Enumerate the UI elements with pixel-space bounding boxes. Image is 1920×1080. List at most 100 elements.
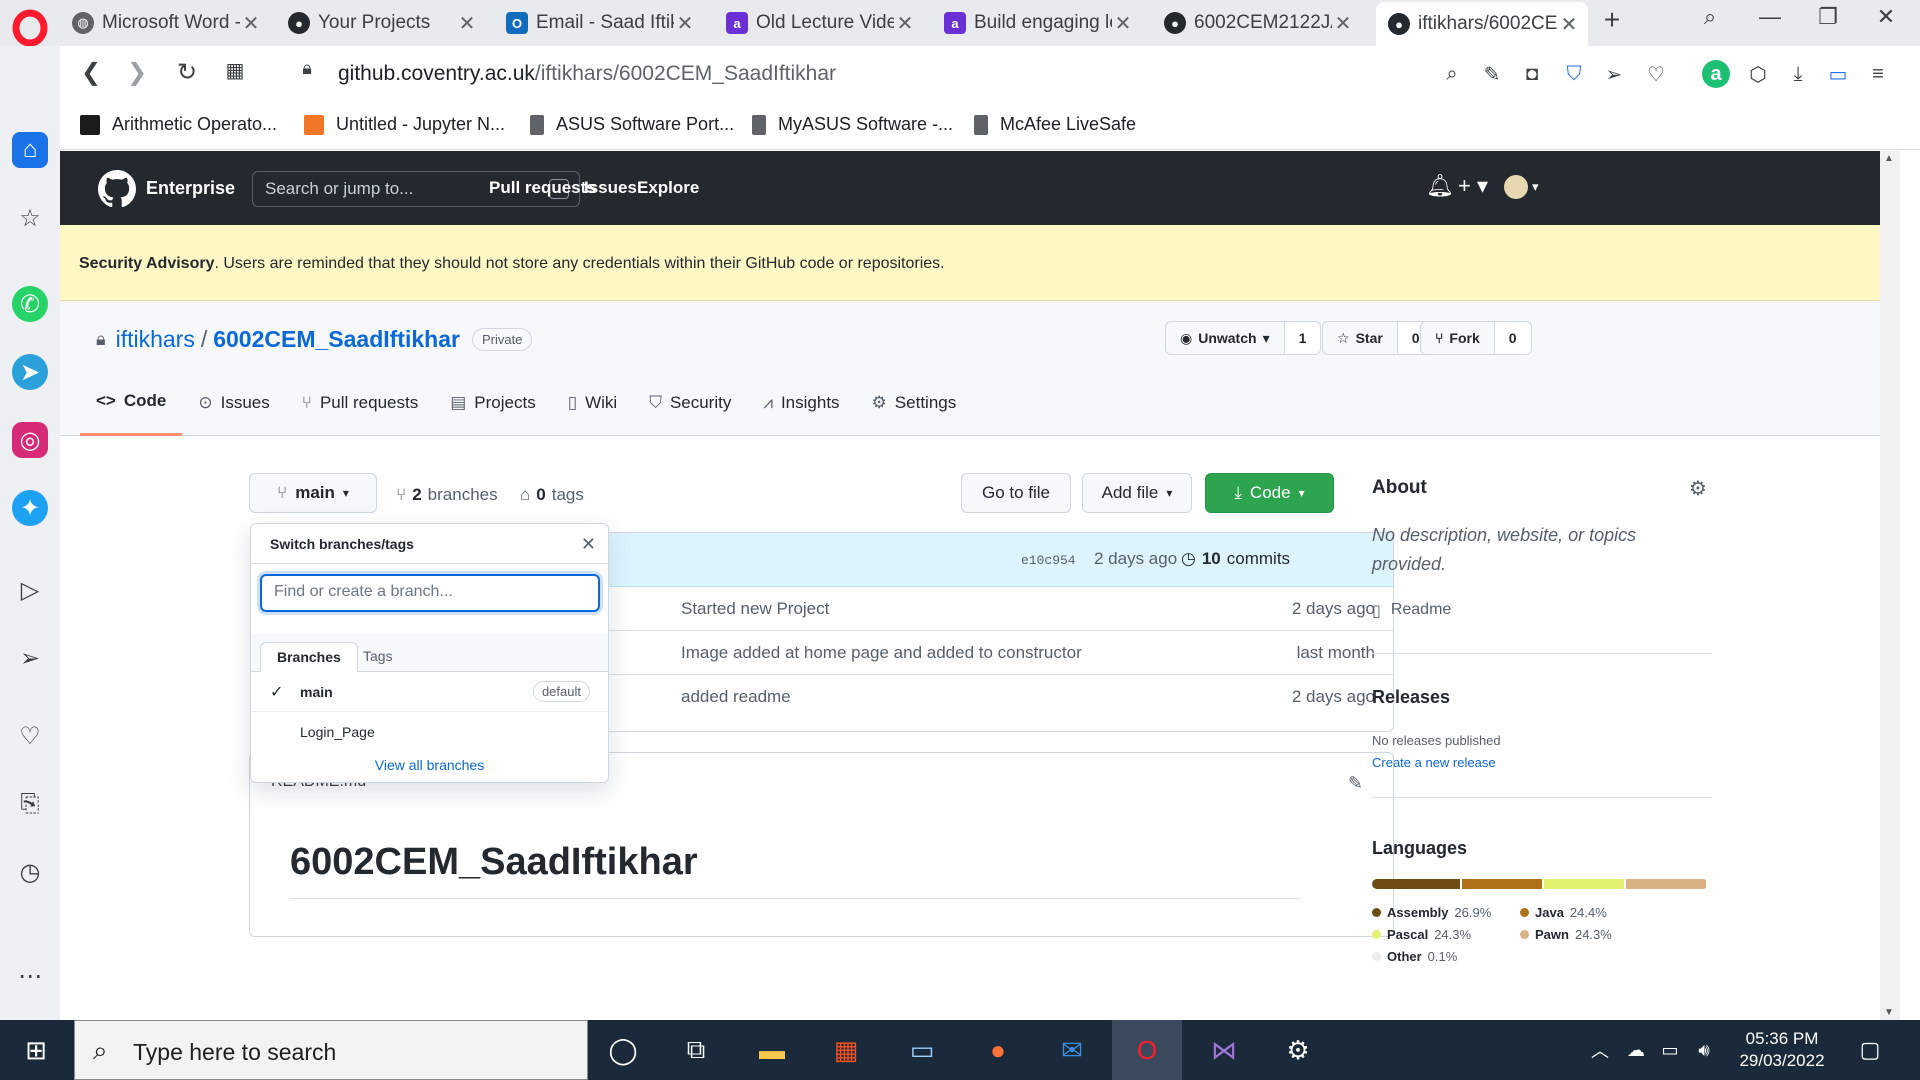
gear-icon[interactable]: ⚙ <box>1689 476 1707 501</box>
whatsapp-icon[interactable]: ✆ <box>12 286 48 322</box>
tab-issues[interactable]: ⊙ Issues <box>182 369 285 436</box>
commit-message[interactable]: added readme <box>681 687 791 707</box>
forward-button[interactable]: ❯ <box>122 58 152 87</box>
download-icon[interactable]: ⤓ <box>1784 60 1812 88</box>
reload-button[interactable]: ↻ <box>172 58 202 87</box>
tags-link[interactable]: ⌂ 0 tags <box>520 485 584 505</box>
scroll-down-icon[interactable]: ▼ <box>1884 1007 1894 1018</box>
pencil-icon[interactable]: ✎ <box>1348 773 1363 794</box>
back-button[interactable]: ❮ <box>76 58 106 87</box>
minimize-button[interactable]: — <box>1750 4 1790 30</box>
twitter-icon[interactable]: ✦ <box>12 490 48 526</box>
bookmark-item[interactable]: ASUS Software Port... <box>530 114 734 135</box>
opera-logo-icon[interactable] <box>10 8 50 48</box>
bell-icon[interactable]: 🔔︎ <box>1426 173 1454 199</box>
tab-microsoft-word[interactable]: ◍ Microsoft Word - ✕ <box>60 4 270 42</box>
nav-issues[interactable]: Issues <box>584 178 637 198</box>
scroll-up-icon[interactable]: ▲ <box>1884 153 1894 164</box>
chevron-up-icon[interactable]: ︿ <box>1580 1030 1620 1070</box>
table-row[interactable]: Image added at home page and added to co… <box>594 631 1393 675</box>
language-item[interactable]: Pawn 24.3% <box>1520 927 1612 942</box>
fork-button[interactable]: ⑂ Fork 0 <box>1420 321 1532 355</box>
instagram-icon[interactable]: ◎ <box>12 422 48 458</box>
tab-your-projects[interactable]: ● Your Projects ✕ <box>276 4 486 42</box>
restore-button[interactable]: ❐ <box>1808 4 1848 30</box>
language-item[interactable]: Pascal 24.3% <box>1372 927 1471 942</box>
language-item[interactable]: Assembly 26.9% <box>1372 905 1491 920</box>
star-button[interactable]: ☆ Star 0 <box>1322 321 1435 355</box>
bookmark-item[interactable]: Untitled - Jupyter N... <box>304 114 505 135</box>
send-icon[interactable]: ➢ <box>12 640 48 676</box>
commits-link[interactable]: ◷ 10 commits <box>1181 549 1290 569</box>
menu-icon[interactable]: ≡ <box>1864 60 1892 88</box>
player-icon[interactable]: ▷ <box>12 572 48 608</box>
task-view-icon[interactable]: ⧉ <box>676 1030 716 1070</box>
tab-projects[interactable]: ▤ Projects <box>434 369 551 436</box>
tab-active-repo[interactable]: ● iftikhars/6002CEM ✕ <box>1376 2 1588 46</box>
extension-a-icon[interactable]: a <box>1702 60 1730 88</box>
table-row[interactable]: added readme 2 days ago <box>594 675 1393 719</box>
bookmark-item[interactable]: MyASUS Software -... <box>752 114 953 135</box>
close-icon[interactable]: ✕ <box>581 534 596 555</box>
box-icon[interactable]: ⬡ <box>1744 60 1772 88</box>
bookmark-item[interactable]: Arithmetic Operato... <box>80 114 277 135</box>
tab-security[interactable]: ⛉ Security <box>633 369 747 436</box>
enterprise-label[interactable]: Enterprise <box>146 178 235 199</box>
tab-overview-icon[interactable]: ▦ <box>220 58 250 83</box>
releases-title[interactable]: Releases <box>1372 687 1450 708</box>
search-tabs-icon[interactable]: ⌕ <box>1690 4 1730 30</box>
tab-build-engaging[interactable]: a Build engaging le ✕ <box>932 4 1142 42</box>
firefox-icon[interactable]: ● <box>978 1030 1018 1070</box>
close-window-button[interactable]: ✕ <box>1866 4 1906 30</box>
nav-explore[interactable]: Explore <box>637 178 699 198</box>
history-icon[interactable]: ◷ <box>12 854 48 890</box>
close-icon[interactable]: ✕ <box>456 11 478 36</box>
more-icon[interactable]: ⋯ <box>12 958 48 994</box>
go-to-file-button[interactable]: Go to file <box>961 473 1071 513</box>
file-explorer-icon[interactable]: ▬ <box>752 1030 792 1070</box>
shield-icon[interactable]: ⛉ <box>1560 60 1588 88</box>
tab-tags[interactable]: Tags <box>347 642 409 672</box>
tab-pull-requests[interactable]: ⑂ Pull requests <box>286 369 434 436</box>
clock[interactable]: 05:36 PM 29/03/2022 <box>1732 1028 1832 1072</box>
tab-old-lecture-video[interactable]: a Old Lecture Video ✕ <box>714 4 924 42</box>
remote-desktop-icon[interactable]: ▭ <box>902 1030 942 1070</box>
code-button[interactable]: ⤓ Code ▾ <box>1205 473 1334 513</box>
camera-icon[interactable]: ◘ <box>1518 60 1546 88</box>
tab-branches[interactable]: Branches <box>260 642 358 672</box>
branch-filter-input[interactable]: Find or create a branch... <box>260 574 600 612</box>
close-icon[interactable]: ✕ <box>1112 11 1134 36</box>
url-field[interactable]: github.coventry.ac.uk/iftikhars/6002CEM_… <box>338 62 836 86</box>
commit-message[interactable]: Started new Project <box>681 599 829 619</box>
repo-name-link[interactable]: 6002CEM_SaadIftikhar <box>213 326 460 353</box>
tab-insights[interactable]: ⩘ Insights <box>747 369 855 436</box>
tab-wiki[interactable]: ▯ Wiki <box>552 369 633 436</box>
opera-taskbar-icon[interactable]: O <box>1112 1020 1182 1080</box>
commit-sha[interactable]: e10c954 <box>1021 553 1076 568</box>
visual-studio-icon[interactable]: ⋈ <box>1204 1030 1244 1070</box>
view-all-branches-link[interactable]: View all branches <box>251 757 608 773</box>
settings-gear-icon[interactable]: ⚙ <box>1278 1030 1318 1070</box>
close-icon[interactable]: ✕ <box>1558 12 1580 37</box>
close-icon[interactable]: ✕ <box>240 11 262 36</box>
branches-link[interactable]: ⑂ 2 branches <box>396 485 498 505</box>
tab-code[interactable]: <> Code <box>80 369 183 436</box>
create-new-icon[interactable]: + ▾ <box>1458 173 1488 199</box>
repo-owner-link[interactable]: iftikhars <box>116 326 195 353</box>
language-item[interactable]: Java 24.4% <box>1520 905 1607 920</box>
snapshot-icon[interactable]: ⎘ <box>12 786 48 822</box>
star-icon[interactable]: ☆ <box>12 200 48 236</box>
new-tab-button[interactable]: + <box>1592 4 1632 36</box>
lock-icon[interactable]: 🔒︎ <box>292 58 322 79</box>
heart-icon[interactable]: ♡ <box>12 718 48 754</box>
watch-count[interactable]: 1 <box>1283 322 1321 354</box>
windows-start-icon[interactable]: ⊞ <box>16 1030 56 1070</box>
edit-icon[interactable]: ✎ <box>1478 60 1506 88</box>
heart-icon[interactable]: ♡ <box>1642 60 1670 88</box>
nav-pull-requests[interactable]: Pull requests <box>489 178 596 198</box>
close-icon[interactable]: ✕ <box>1332 11 1354 36</box>
close-icon[interactable]: ✕ <box>894 11 916 36</box>
microsoft-store-icon[interactable]: ▦ <box>826 1030 866 1070</box>
telegram-icon[interactable]: ➤ <box>12 354 48 390</box>
send-icon[interactable]: ➢ <box>1600 60 1628 88</box>
